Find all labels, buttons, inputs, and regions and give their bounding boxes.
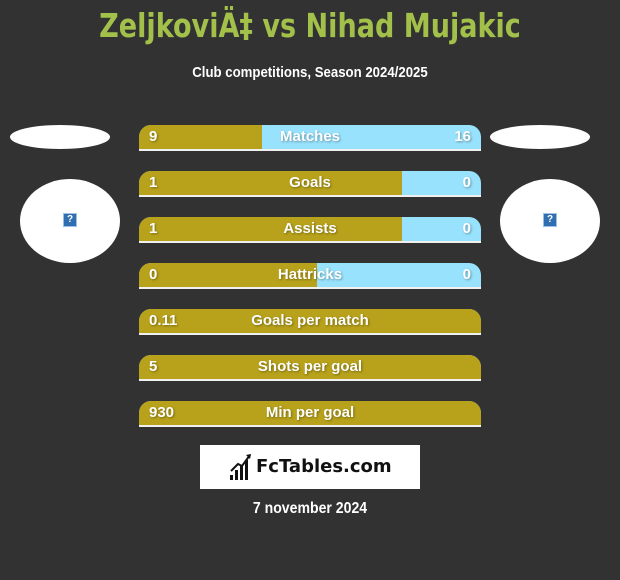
left-value: 5 (149, 358, 158, 375)
left-value: 930 (149, 404, 175, 421)
left-value: 0.11 (149, 312, 178, 329)
right-value: 0 (462, 174, 471, 191)
left-value: 1 (149, 220, 158, 237)
left-value: 1 (149, 174, 158, 191)
stat-label: Min per goal (265, 404, 355, 421)
left-player-name-placeholder (10, 125, 110, 149)
stat-row-goals-per-match: Goals per match 0.11 (139, 309, 481, 335)
date-label: 7 november 2024 (252, 500, 368, 517)
page-title: ZeljkoviÄ‡ vs Nihad Mujakic (99, 6, 521, 45)
page-subtitle: Club competitions, Season 2024/2025 (192, 64, 428, 81)
stat-row-goals: Goals 1 0 (139, 171, 481, 197)
fctables-logo[interactable]: FcTables.com (200, 445, 420, 489)
right-value: 16 (454, 128, 471, 145)
bar-chart-icon (230, 454, 251, 480)
right-value: 0 (462, 266, 471, 283)
broken-image-icon: ? (63, 213, 77, 227)
stat-row-matches: Matches 9 16 (139, 125, 481, 151)
stat-row-shots-per-goal: Shots per goal 5 (139, 355, 481, 381)
stat-row-assists: Assists 1 0 (139, 217, 481, 243)
left-player-avatar: ? (20, 179, 120, 263)
stat-label: Hattricks (277, 266, 343, 283)
left-value: 0 (149, 266, 158, 283)
stat-row-hattricks: Hattricks 0 0 (139, 263, 481, 289)
right-player-name-placeholder (490, 125, 590, 149)
stat-label: Goals (289, 174, 331, 191)
broken-image-icon: ? (543, 213, 557, 227)
stat-label: Goals per match (251, 312, 369, 329)
stat-label: Assists (283, 220, 337, 237)
stat-label: Shots per goal (257, 358, 363, 375)
right-value: 0 (462, 220, 471, 237)
stat-label: Matches (279, 128, 341, 145)
right-player-avatar: ? (500, 179, 600, 263)
stat-row-min-per-goal: Min per goal 930 (139, 401, 481, 427)
logo-text: FcTables.com (256, 456, 392, 477)
left-value: 9 (149, 128, 158, 145)
